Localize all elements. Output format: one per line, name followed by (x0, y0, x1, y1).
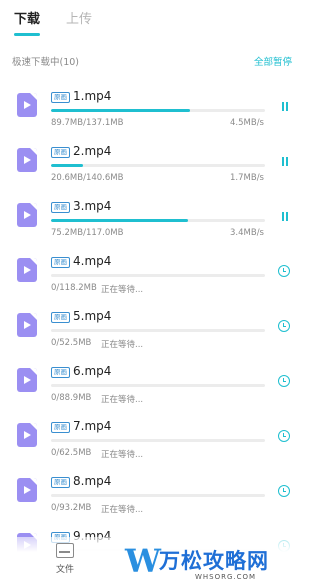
file-name: 3.mp4 (73, 199, 112, 213)
progress-fill (51, 164, 84, 167)
quality-badge: 原画 (51, 257, 70, 268)
transfer-tabs: 下载 上传 (14, 8, 92, 36)
video-file-icon (17, 93, 37, 117)
nav-file-label: 文件 (55, 565, 74, 575)
pause-all-button[interactable]: 全部暂停 (254, 54, 292, 68)
file-name: 2.mp4 (73, 144, 112, 158)
progress-bar (51, 274, 265, 277)
progress-bar (51, 109, 265, 112)
quality-badge: 原画 (51, 477, 70, 488)
download-speed: 3.4MB/s (230, 228, 264, 238)
file-name: 7.mp4 (73, 419, 112, 433)
download-row[interactable]: 原画 8.mp4 0/93.2MB 正在等待... (0, 469, 300, 524)
download-speed: 1.7MB/s (230, 173, 264, 183)
pause-icon[interactable] (281, 212, 289, 221)
file-size: 0/88.9MB (51, 393, 92, 403)
progress-bar (51, 384, 265, 387)
clock-icon[interactable] (278, 265, 290, 277)
progress-bar (51, 329, 265, 332)
file-name: 6.mp4 (73, 364, 112, 378)
watermark-title: 万松攻略网 (159, 549, 269, 573)
clock-icon[interactable] (278, 485, 290, 497)
folder-icon (56, 543, 74, 558)
download-row[interactable]: 原画 1.mp4 89.7MB/137.1MB 4.5MB/s (0, 84, 300, 139)
waiting-status: 正在等待... (101, 285, 144, 295)
waiting-status: 正在等待... (101, 450, 144, 460)
download-speed: 4.5MB/s (230, 118, 264, 128)
file-name: 4.mp4 (73, 254, 112, 268)
progress-bar (51, 164, 265, 167)
progress-fill (51, 219, 188, 222)
video-file-icon (17, 423, 37, 447)
section-header: 极速下载中(10) 全部暂停 (12, 54, 292, 68)
progress-bar (51, 219, 265, 222)
watermark: W 万松攻略网 WHSORG.COM (125, 545, 295, 585)
download-row[interactable]: 原画 6.mp4 0/88.9MB 正在等待... (0, 359, 300, 414)
quality-badge: 原画 (51, 147, 70, 158)
tab-upload[interactable]: 上传 (66, 8, 92, 36)
file-size: 20.6MB/140.6MB (51, 173, 124, 183)
download-row[interactable]: 原画 7.mp4 0/62.5MB 正在等待... (0, 414, 300, 469)
quality-badge: 原画 (51, 92, 70, 103)
waiting-status: 正在等待... (101, 505, 144, 515)
watermark-logo-icon: W (125, 542, 161, 580)
file-size: 75.2MB/117.0MB (51, 228, 124, 238)
quality-badge: 原画 (51, 312, 70, 323)
quality-badge: 原画 (51, 202, 70, 213)
file-size: 0/118.2MB (51, 283, 97, 293)
file-name: 5.mp4 (73, 309, 112, 323)
video-file-icon (17, 368, 37, 392)
video-file-icon (17, 258, 37, 282)
download-row[interactable]: 原画 2.mp4 20.6MB/140.6MB 1.7MB/s (0, 139, 300, 194)
watermark-subtitle: WHSORG.COM (195, 573, 257, 581)
download-row[interactable]: 原画 3.mp4 75.2MB/117.0MB 3.4MB/s (0, 194, 300, 249)
nav-file-tab[interactable]: 文件 (52, 543, 78, 575)
video-file-icon (17, 313, 37, 337)
bottom-bar: 文件 W 万松攻略网 WHSORG.COM (0, 537, 300, 587)
progress-fill (51, 109, 191, 112)
file-size: 0/52.5MB (51, 338, 92, 348)
file-name: 1.mp4 (73, 89, 112, 103)
section-title: 极速下载中(10) (12, 57, 80, 68)
waiting-status: 正在等待... (101, 395, 144, 405)
download-list: 原画 1.mp4 89.7MB/137.1MB 4.5MB/s 原画 2.mp4 20.6M… (0, 84, 300, 579)
pause-icon[interactable] (281, 102, 289, 111)
file-size: 0/62.5MB (51, 448, 92, 458)
progress-bar (51, 439, 265, 442)
file-size: 89.7MB/137.1MB (51, 118, 124, 128)
clock-icon[interactable] (278, 375, 290, 387)
video-file-icon (17, 478, 37, 502)
clock-icon[interactable] (278, 320, 290, 332)
waiting-status: 正在等待... (101, 340, 144, 350)
download-row[interactable]: 原画 4.mp4 0/118.2MB 正在等待... (0, 249, 300, 304)
progress-bar (51, 494, 265, 497)
video-file-icon (17, 148, 37, 172)
pause-icon[interactable] (281, 157, 289, 166)
file-name: 8.mp4 (73, 474, 112, 488)
clock-icon[interactable] (278, 430, 290, 442)
quality-badge: 原画 (51, 422, 70, 433)
quality-badge: 原画 (51, 367, 70, 378)
file-size: 0/93.2MB (51, 503, 92, 513)
tab-download[interactable]: 下载 (14, 8, 41, 36)
download-screen: 下载 上传 极速下载中(10) 全部暂停 原画 1.mp4 89.7MB/137.1… (0, 0, 300, 587)
video-file-icon (17, 203, 37, 227)
download-row[interactable]: 原画 5.mp4 0/52.5MB 正在等待... (0, 304, 300, 359)
